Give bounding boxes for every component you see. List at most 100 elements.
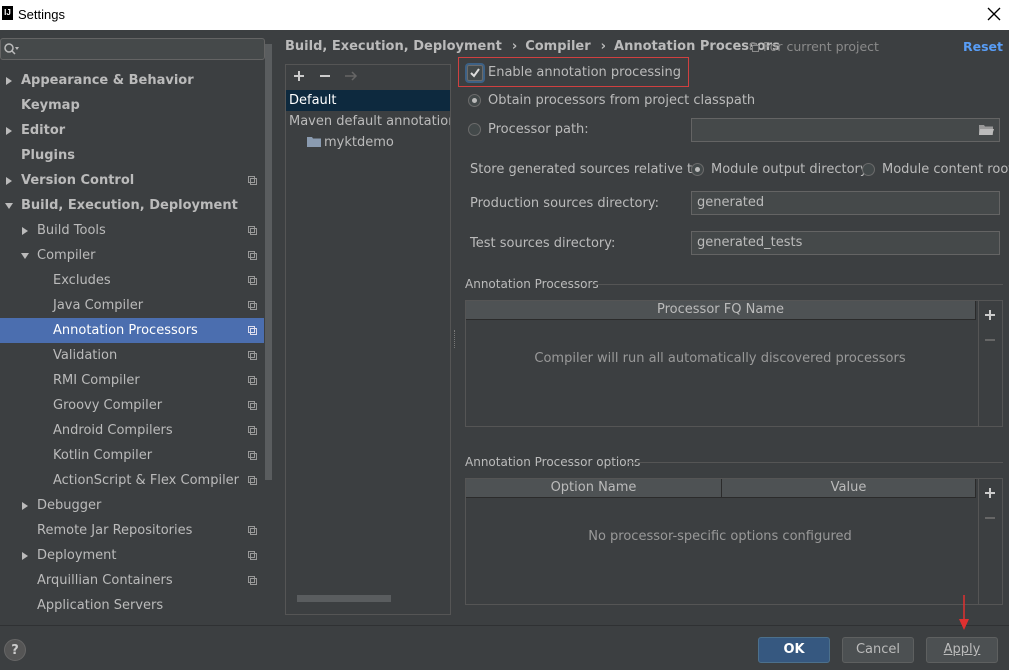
module-content-label[interactable]: Module content root <box>882 162 1009 177</box>
settings-search-input[interactable] <box>0 38 265 60</box>
sidebar-scrollbar[interactable] <box>265 44 272 480</box>
project-scope-icon <box>248 276 257 285</box>
sidebar-item-appearance-behavior[interactable]: Appearance & Behavior <box>0 68 264 93</box>
sidebar-item-build-execution-deployment[interactable]: Build, Execution, Deployment <box>0 193 264 218</box>
store-generated-label: Store generated sources relative to: <box>470 162 705 177</box>
sidebar-item-kotlin-compiler[interactable]: Kotlin Compiler <box>0 443 264 468</box>
sidebar-item-editor[interactable]: Editor <box>0 118 264 143</box>
sidebar-item-label: Plugins <box>21 148 75 163</box>
add-option-icon[interactable] <box>982 485 998 501</box>
checkmark-icon <box>470 68 480 78</box>
intellij-logo-icon: IJ <box>2 6 13 20</box>
expand-right-icon[interactable] <box>21 552 29 560</box>
options-table-header: Option Name Value <box>466 479 976 498</box>
title-bar: IJ Settings <box>0 0 1009 30</box>
profile-item-maven[interactable]: Maven default annotation p <box>286 111 450 132</box>
cancel-button[interactable]: Cancel <box>842 637 914 663</box>
profile-module-item[interactable]: myktdemo <box>286 132 450 153</box>
sidebar-item-plugins[interactable]: Plugins <box>0 143 264 168</box>
splitter-handle[interactable] <box>454 330 458 348</box>
sidebar-item-label: Kotlin Compiler <box>53 448 153 463</box>
ok-button[interactable]: OK <box>758 637 830 663</box>
sidebar-item-label: Editor <box>21 123 66 138</box>
add-processor-icon[interactable] <box>982 307 998 323</box>
column-header-fq-name[interactable]: Processor FQ Name <box>466 301 976 319</box>
sidebar-item-label: Android Compilers <box>53 423 173 438</box>
module-content-radio[interactable] <box>862 163 875 176</box>
column-header-value[interactable]: Value <box>722 479 976 497</box>
add-icon[interactable] <box>291 68 307 84</box>
project-scope-icon <box>248 401 257 410</box>
sidebar-item-android-compilers[interactable]: Android Compilers <box>0 418 264 443</box>
test-sources-field[interactable]: generated_tests <box>691 231 1000 255</box>
sidebar-item-rmi-compiler[interactable]: RMI Compiler <box>0 368 264 393</box>
profile-item-default[interactable]: Default <box>286 90 450 111</box>
sidebar-item-java-compiler[interactable]: Java Compiler <box>0 293 264 318</box>
scope-label: For current project <box>763 39 879 54</box>
sidebar-item-arquillian-containers[interactable]: Arquillian Containers <box>0 568 264 593</box>
expand-right-icon[interactable] <box>21 227 29 235</box>
processor-path-field[interactable] <box>691 118 1000 142</box>
help-button[interactable]: ? <box>4 639 26 661</box>
expand-right-icon[interactable] <box>5 77 13 85</box>
sidebar-item-build-tools[interactable]: Build Tools <box>0 218 264 243</box>
breadcrumb-separator-icon: › <box>511 39 518 54</box>
red-arrow-icon <box>959 595 969 630</box>
sidebar-item-label: RMI Compiler <box>53 373 140 388</box>
module-output-label[interactable]: Module output directory <box>711 162 868 177</box>
expand-right-icon[interactable] <box>21 502 29 510</box>
expand-right-icon[interactable] <box>5 177 13 185</box>
breadcrumb-item: Build, Execution, Deployment <box>285 39 502 54</box>
profiles-toolbar <box>286 65 450 89</box>
sidebar-item-version-control[interactable]: Version Control <box>0 168 264 193</box>
enable-annotation-checkbox[interactable] <box>467 65 483 81</box>
sidebar-item-annotation-processors[interactable]: Annotation Processors <box>0 318 264 343</box>
sidebar-item-groovy-compiler[interactable]: Groovy Compiler <box>0 393 264 418</box>
expand-down-icon[interactable] <box>21 252 29 260</box>
sidebar-item-label: Compiler <box>37 248 96 263</box>
obtain-classpath-radio[interactable] <box>468 94 481 107</box>
obtain-classpath-label[interactable]: Obtain processors from project classpath <box>488 93 755 108</box>
sidebar-item-debugger[interactable]: Debugger <box>0 493 264 518</box>
browse-folder-icon[interactable] <box>979 124 994 136</box>
module-output-radio[interactable] <box>691 163 704 176</box>
sidebar-item-label: Deployment <box>37 548 117 563</box>
sidebar-item-label: Groovy Compiler <box>53 398 163 413</box>
project-scope-icon <box>248 176 257 185</box>
expand-down-icon[interactable] <box>5 202 13 210</box>
sidebar-item-application-servers[interactable]: Application Servers <box>0 593 264 618</box>
sidebar-item-validation[interactable]: Validation <box>0 343 264 368</box>
production-sources-field[interactable]: generated <box>691 191 1000 215</box>
production-sources-label: Production sources directory: <box>470 196 659 211</box>
test-sources-label: Test sources directory: <box>470 236 616 251</box>
sidebar-item-deployment[interactable]: Deployment <box>0 543 264 568</box>
sidebar-item-label: Keymap <box>21 98 80 113</box>
remove-icon[interactable] <box>317 68 333 84</box>
processor-path-radio[interactable] <box>468 123 481 136</box>
sidebar-item-label: Arquillian Containers <box>37 573 173 588</box>
enable-annotation-label[interactable]: Enable annotation processing <box>488 65 681 80</box>
close-icon[interactable] <box>985 5 1003 23</box>
processors-side-toolbar <box>978 301 1001 426</box>
processor-path-label[interactable]: Processor path: <box>488 122 589 137</box>
apply-button[interactable]: Apply <box>926 637 998 663</box>
sidebar-item-remote-jar-repositories[interactable]: Remote Jar Repositories <box>0 518 264 543</box>
reset-link[interactable]: Reset <box>963 39 1003 54</box>
expand-right-icon[interactable] <box>5 127 13 135</box>
breadcrumb-separator-icon: › <box>600 39 607 54</box>
sidebar-item-label: Build, Execution, Deployment <box>21 198 238 213</box>
move-right-icon <box>345 71 358 81</box>
sidebar-item-excludes[interactable]: Excludes <box>0 268 264 293</box>
module-name: myktdemo <box>324 135 394 150</box>
project-scope-icon <box>248 551 257 560</box>
sidebar-item-keymap[interactable]: Keymap <box>0 93 264 118</box>
breadcrumb-item: Compiler <box>525 39 591 54</box>
sidebar-item-label: Excludes <box>53 273 111 288</box>
main-panel: Build, Execution, Deployment › Compiler › An… <box>274 30 1009 625</box>
project-scope-icon <box>248 451 257 460</box>
profiles-scrollbar[interactable] <box>297 595 391 602</box>
sidebar-item-label: Version Control <box>21 173 135 188</box>
sidebar-item-actionscript-flex-compiler[interactable]: ActionScript & Flex Compiler <box>0 468 264 493</box>
column-header-option-name[interactable]: Option Name <box>466 479 722 497</box>
sidebar-item-compiler[interactable]: Compiler <box>0 243 264 268</box>
